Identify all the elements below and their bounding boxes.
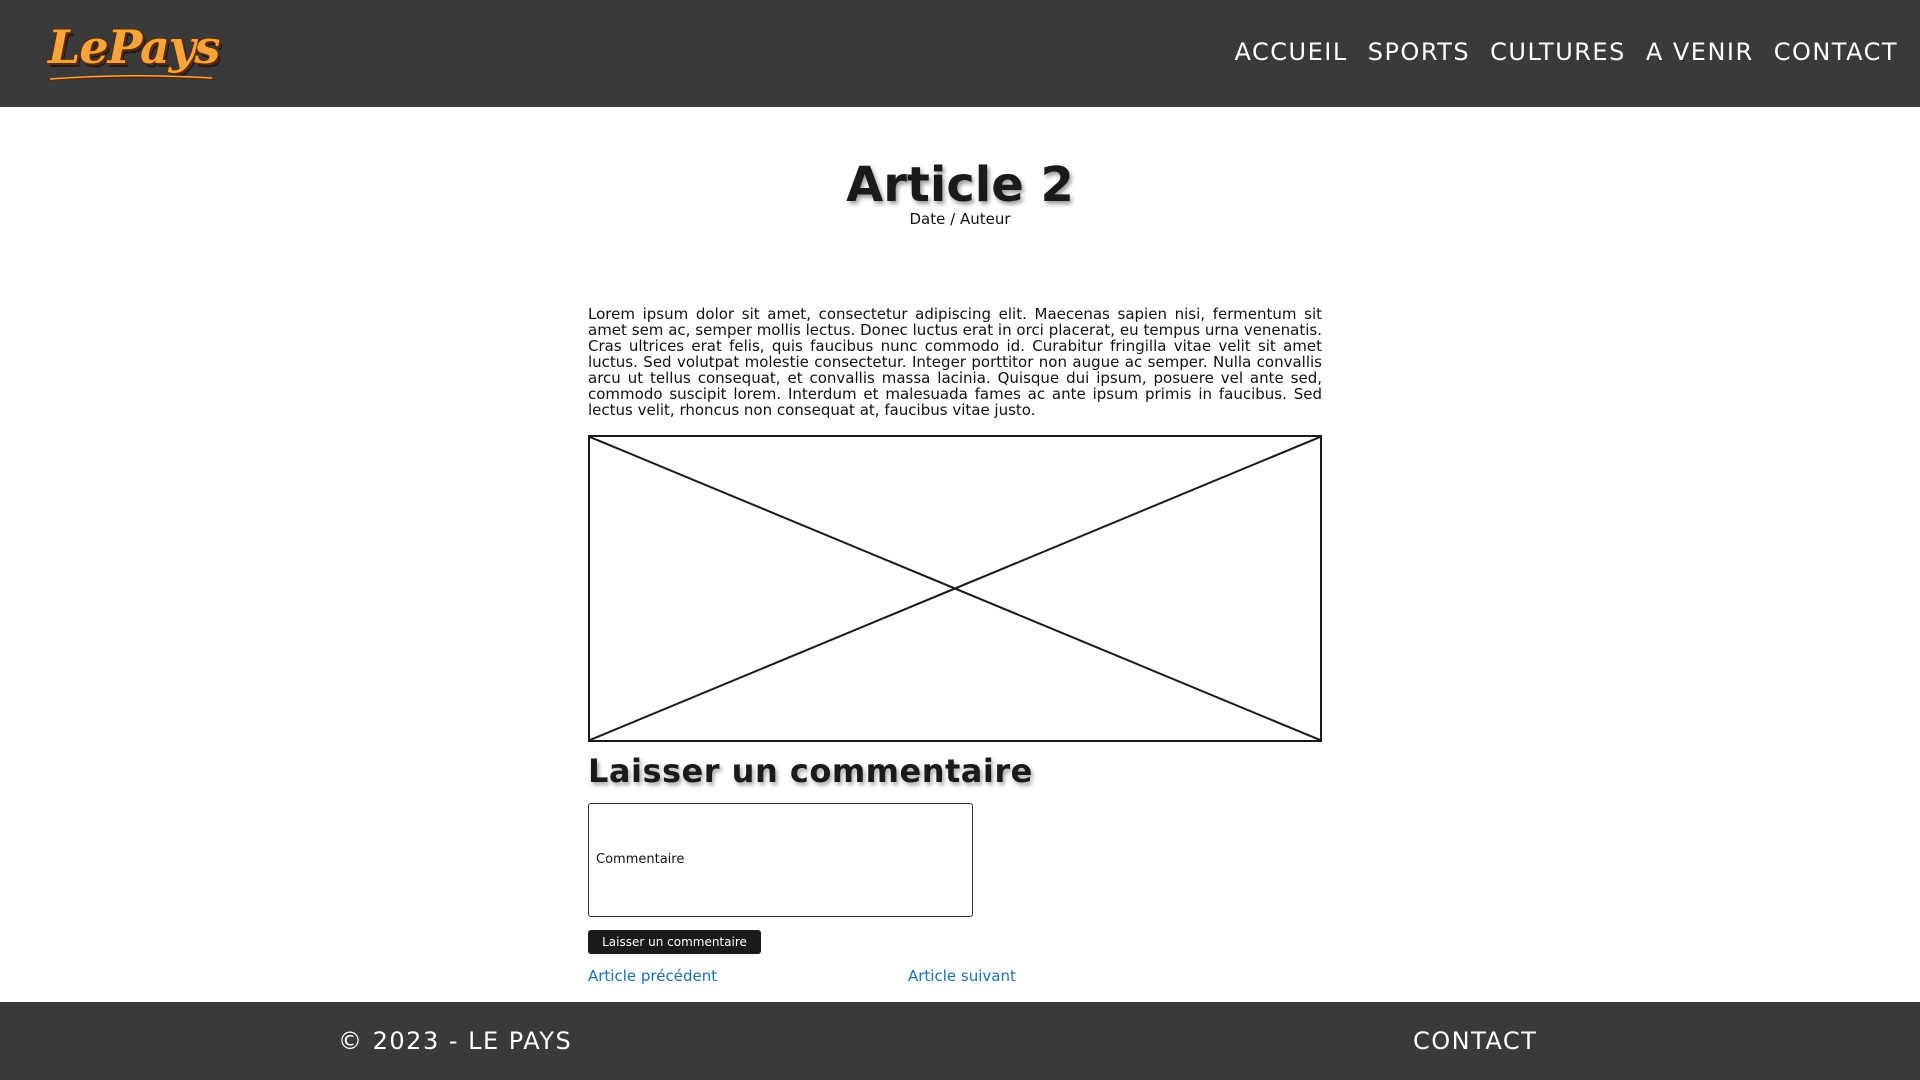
submit-comment-button[interactable]: Laisser un commentaire — [588, 930, 761, 954]
site-footer: © 2023 - LE PAYS CONTACT — [0, 1002, 1920, 1080]
image-placeholder — [588, 435, 1322, 742]
logo-swash-icon — [47, 74, 215, 82]
site-logo[interactable]: LePays — [46, 18, 220, 84]
next-article-link[interactable]: Article suivant — [908, 967, 1016, 985]
comment-section-title: Laisser un commentaire — [588, 752, 1033, 790]
nav-item-accueil[interactable]: ACCUEIL — [1235, 38, 1348, 66]
image-placeholder-icon — [590, 437, 1320, 740]
article-content: Lorem ipsum dolor sit amet, consectetur … — [588, 306, 1322, 418]
nav-item-contact[interactable]: CONTACT — [1774, 38, 1898, 66]
prev-article-link[interactable]: Article précédent — [588, 967, 717, 985]
nav-item-sports[interactable]: SPORTS — [1368, 38, 1470, 66]
comment-input[interactable] — [588, 803, 973, 917]
article-body: Lorem ipsum dolor sit amet, consectetur … — [588, 305, 1322, 419]
article-main: Article 2 Date / Auteur Lorem ipsum dolo… — [0, 107, 1920, 1002]
main-nav: ACCUEIL SPORTS CULTURES A VENIR CONTACT — [1215, 38, 1898, 66]
article-title: Article 2 — [846, 157, 1074, 213]
footer-contact-link[interactable]: CONTACT — [1413, 1027, 1537, 1055]
footer-copyright: © 2023 - LE PAYS — [338, 1027, 573, 1055]
nav-item-cultures[interactable]: CULTURES — [1490, 38, 1626, 66]
article-meta: Date / Auteur — [909, 210, 1011, 228]
nav-item-a-venir[interactable]: A VENIR — [1646, 38, 1754, 66]
logo-text: LePays — [48, 20, 220, 74]
site-header: LePays ACCUEIL SPORTS CULTURES A VENIR C… — [0, 0, 1920, 107]
